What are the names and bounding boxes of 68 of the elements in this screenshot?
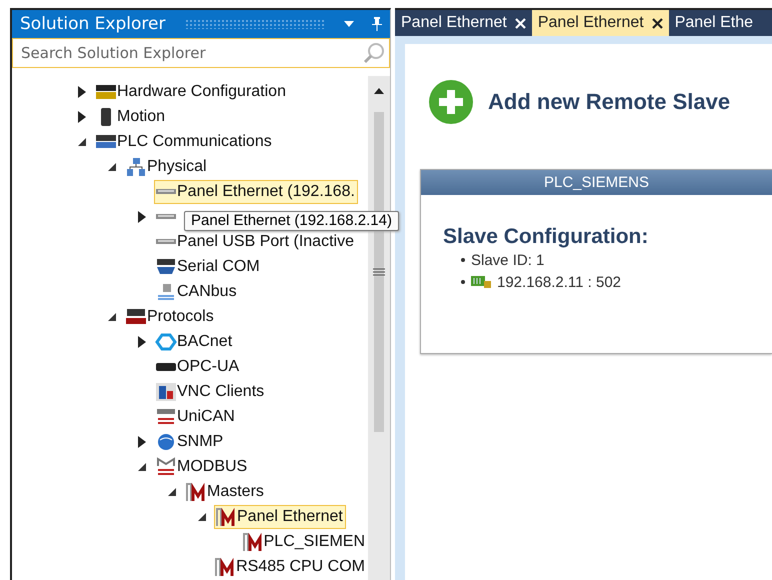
m-letter-icon [215,506,237,526]
tree-item[interactable]: Protocols [124,304,217,328]
network-icon [125,156,147,176]
collapsed-arrow-icon[interactable] [136,336,148,348]
dropdown-icon[interactable] [344,21,354,27]
m-letter-icon [242,532,264,552]
card-heading: Slave Configuration: [443,225,650,249]
tooltip: Panel Ethernet (192.168.2.14) [184,211,399,231]
tree-item[interactable]: Panel Ethernet [214,504,346,528]
expanded-arrow-icon[interactable] [196,510,208,522]
network-card-icon [471,275,491,289]
device-icon [155,213,177,220]
tree-item[interactable]: RS485 CPU COM [213,554,368,578]
tree-item[interactable]: Panel USB Port (Inactive [154,230,357,254]
tree-item[interactable]: PLC Communications [94,130,275,154]
collapsed-arrow-icon[interactable] [76,110,88,122]
tree-item[interactable]: Serial COM [154,254,263,278]
module-icon [155,256,177,276]
tree-item[interactable]: Masters [184,480,267,504]
m-letter-icon [214,556,236,576]
bullet-icon [461,258,465,262]
tree-item[interactable]: OPC-UA [154,354,242,378]
collapsed-arrow-icon[interactable] [136,436,148,448]
grip-lines-icon [373,268,385,276]
expanded-arrow-icon[interactable] [166,486,178,498]
collapsed-arrow-icon[interactable] [76,86,88,98]
m-letter-icon [185,482,207,502]
tree-item[interactable]: Motion [94,104,168,128]
globe-icon [155,432,177,452]
bullet-icon [461,280,465,284]
tree-item[interactable]: PLC_SIEMEN [240,530,368,554]
document-tab[interactable]: Panel Ethernet [532,10,669,36]
card-header: PLC_SIEMENS [421,170,772,195]
device-icon [155,188,177,195]
module-icon [155,456,177,476]
document-tab[interactable]: Panel Ethernet [395,10,532,36]
module-icon [155,382,177,402]
tree-item[interactable]: Physical [124,154,210,178]
expanded-arrow-icon[interactable] [136,460,148,472]
search-box[interactable]: Search Solution Explorer [12,38,390,68]
tree-item[interactable]: UniCAN [154,404,238,428]
tree-item[interactable]: BACnet [154,330,236,354]
tree-item[interactable]: Hardware Configuration [94,80,289,104]
device-icon [155,238,177,245]
search-field[interactable]: Search Solution Explorer [19,43,363,63]
tree-item[interactable]: MODBUS [154,454,250,478]
expanded-arrow-icon[interactable] [106,310,118,322]
tree-item[interactable]: VNC Clients [154,380,268,404]
close-icon[interactable] [652,18,663,28]
tree-item[interactable]: Panel Ethernet (192.168. [154,180,358,204]
add-slave-link[interactable]: Add new Remote Slave [488,89,730,115]
tree-item[interactable]: CANbus [154,280,240,304]
scroll-up-icon[interactable] [374,88,384,94]
expanded-arrow-icon[interactable] [106,160,118,172]
collapsed-arrow-icon[interactable] [136,210,148,222]
module-icon [125,306,147,326]
config-line: 192.168.2.11 : 502 [497,274,621,290]
module-icon [155,282,177,302]
expanded-arrow-icon[interactable] [76,136,88,148]
hexagon-icon [155,332,177,352]
module-icon [155,406,177,426]
document-tab[interactable]: Panel Ethe [668,10,759,36]
tree-item[interactable]: SNMP [154,430,226,454]
panel-title: Solution Explorer [20,14,166,34]
pin-icon[interactable] [372,17,382,31]
config-line: Slave ID: 1 [471,252,544,268]
module-icon [155,362,177,372]
add-icon[interactable] [428,79,474,125]
